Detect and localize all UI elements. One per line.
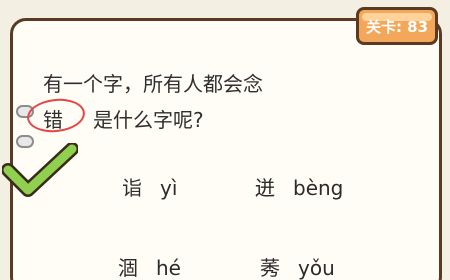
question-line-1: 有一个字，所有人都会念 [43, 72, 263, 96]
option-pinyin: bèng [293, 176, 344, 200]
option-pinyin: hé [156, 256, 181, 280]
option-pinyin: yì [160, 176, 178, 200]
game-screen: 关卡: 83 有一个字，所有人都会念 错 是什么字呢? 诣 yì 迸 bèng 涸h… [0, 0, 450, 280]
level-badge: 关卡: 83 [356, 7, 438, 45]
answer-character[interactable]: 错 [43, 104, 63, 133]
option-char: 迸 [255, 176, 275, 200]
option-char: 莠 [260, 256, 280, 280]
question-line-2: 是什么字呢? [93, 108, 204, 132]
checkmark-icon [2, 143, 78, 197]
option-char: 诣 [122, 176, 142, 200]
option-3[interactable]: 涸 hé [118, 252, 181, 280]
level-label: 关卡: 83 [365, 17, 429, 36]
option-4[interactable]: 莠 yǒu [260, 252, 335, 280]
option-pinyin: yǒu [298, 256, 335, 280]
option-1[interactable]: 诣 yì [122, 172, 177, 201]
option-2[interactable]: 迸 bèng [255, 172, 343, 201]
option-char: 涸 [118, 256, 138, 280]
